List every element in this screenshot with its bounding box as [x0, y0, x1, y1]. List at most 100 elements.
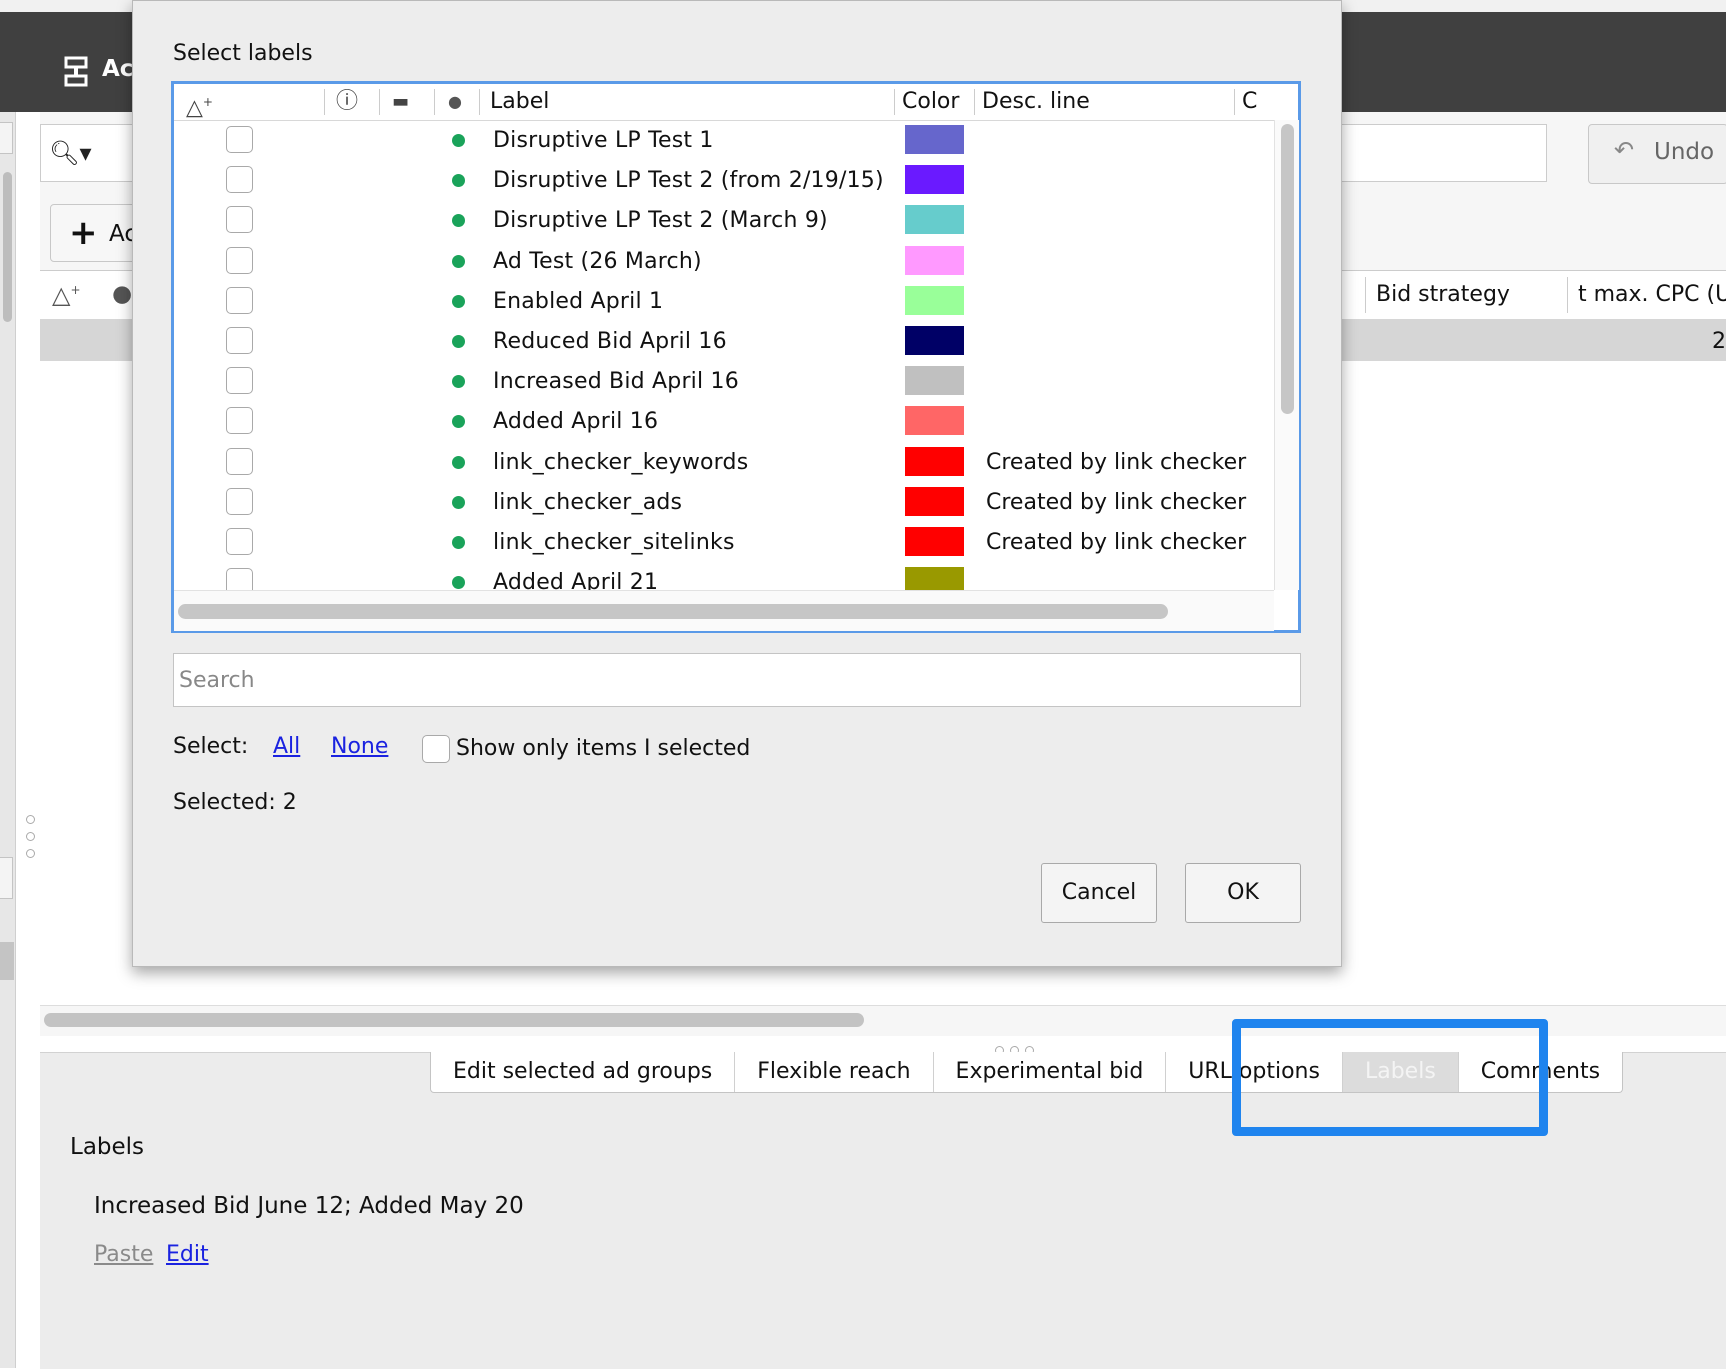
column-truncated[interactable]: C	[1242, 84, 1257, 120]
enabled-status-icon	[452, 335, 465, 348]
undo-label: Undo	[1654, 139, 1715, 165]
label-color-swatch	[905, 245, 964, 275]
label-checkbox[interactable]	[226, 367, 253, 395]
label-checkbox[interactable]	[226, 246, 253, 274]
column-color[interactable]: Color	[902, 84, 959, 120]
label-name: Reduced Bid April 16	[493, 329, 727, 354]
label-name: Disruptive LP Test 2 (from 2/19/15)	[493, 168, 884, 194]
plus-icon: +	[69, 213, 98, 253]
label-name: link_checker_ads	[493, 489, 683, 515]
label-row[interactable]: Reduced Bid April 16	[174, 321, 1274, 361]
label-name: Added April 16	[493, 409, 659, 435]
labels-horizontal-scrollbar[interactable]	[174, 590, 1274, 631]
label-row[interactable]: Enabled April 1	[174, 281, 1274, 321]
label-row[interactable]: Added April 21	[174, 562, 1274, 590]
current-labels-value: Increased Bid June 12; Added May 20	[94, 1193, 524, 1219]
change-status-icon[interactable]: △+	[52, 281, 81, 309]
app-title: Ac	[102, 56, 134, 82]
splitter-handle[interactable]	[26, 815, 35, 866]
label-color-swatch	[905, 326, 964, 355]
label-color-swatch	[905, 285, 964, 315]
select-none-link[interactable]: None	[331, 734, 388, 759]
tab-flexible-reach[interactable]: Flexible reach	[735, 1052, 934, 1092]
add-button[interactable]: + Ac	[50, 204, 142, 262]
label-row[interactable]: link_checker_sitelinks Created by link ch…	[174, 522, 1274, 562]
label-color-swatch	[905, 165, 964, 195]
label-row[interactable]: link_checker_keywords Created by link che…	[174, 442, 1274, 482]
label-description: Created by link checker	[986, 489, 1247, 515]
enabled-status-icon	[452, 214, 465, 228]
column-desc-line[interactable]: Desc. line	[982, 84, 1090, 120]
select-all-link[interactable]: All	[273, 734, 300, 759]
left-scroll-thumb[interactable]	[3, 172, 12, 322]
comment-icon[interactable]: ▬	[392, 84, 409, 120]
scroll-thumb[interactable]	[1281, 124, 1294, 414]
column-label[interactable]: Label	[490, 84, 549, 120]
label-checkbox[interactable]	[226, 166, 253, 194]
rail-tab[interactable]	[0, 857, 13, 899]
label-color-swatch	[905, 486, 964, 516]
change-status-icon[interactable]: △+	[186, 84, 213, 120]
enabled-status-icon	[452, 375, 465, 389]
label-checkbox[interactable]	[226, 528, 253, 555]
enabled-status-icon	[452, 254, 465, 268]
undo-button[interactable]: ↶ Undo	[1588, 124, 1726, 184]
enabled-status-icon	[452, 576, 465, 590]
scroll-thumb[interactable]	[178, 604, 1168, 619]
label-name: Increased Bid April 16	[493, 369, 739, 395]
tab-edit-selected-ad-groups[interactable]: Edit selected ad groups	[431, 1052, 736, 1092]
search-dropdown[interactable]: 🔍︎▾	[40, 124, 137, 182]
scroll-thumb[interactable]	[44, 1013, 864, 1027]
label-row[interactable]: Added April 16	[174, 401, 1274, 441]
label-checkbox[interactable]	[226, 447, 253, 475]
show-only-selected-checkbox[interactable]	[422, 735, 450, 763]
label-row[interactable]: Disruptive LP Test 1	[174, 120, 1274, 160]
status-dot-icon[interactable]: ●	[448, 84, 462, 120]
label-row[interactable]: link_checker_ads Created by link checker	[174, 482, 1274, 522]
rail-tab[interactable]	[0, 122, 13, 154]
label-checkbox[interactable]	[226, 286, 253, 314]
show-only-selected-label[interactable]: Show only items I selected	[456, 736, 750, 761]
label-checkbox[interactable]	[226, 487, 253, 515]
label-row[interactable]: Ad Test (26 March)	[174, 241, 1274, 281]
label-name: Disruptive LP Test 1	[493, 128, 714, 153]
undo-icon: ↶	[1614, 136, 1635, 164]
label-checkbox[interactable]	[226, 206, 253, 234]
search-input[interactable]	[173, 653, 1301, 707]
filter-input[interactable]	[1340, 124, 1547, 182]
rail-tab-selected[interactable]	[0, 942, 14, 980]
cancel-button[interactable]: Cancel	[1041, 863, 1157, 923]
labels-table-body: Disruptive LP Test 1 Disruptive LP Test 2…	[174, 120, 1274, 590]
tab-experimental-bid[interactable]: Experimental bid	[934, 1052, 1167, 1092]
label-description: Created by link checker	[986, 530, 1247, 555]
column-max-cpc[interactable]: t max. CPC (U	[1578, 282, 1726, 307]
ok-button[interactable]: OK	[1185, 863, 1301, 923]
label-checkbox[interactable]	[226, 126, 253, 153]
enabled-status-icon	[452, 455, 465, 469]
label-checkbox[interactable]	[226, 327, 253, 354]
label-row[interactable]: Disruptive LP Test 2 (March 9)	[174, 200, 1274, 240]
label-name: link_checker_sitelinks	[493, 530, 735, 555]
dialog-title: Select labels	[173, 41, 313, 66]
enabled-status-icon	[452, 495, 465, 509]
paste-link[interactable]: Paste	[94, 1242, 153, 1267]
account-tree-icon[interactable]	[64, 56, 88, 88]
edit-link[interactable]: Edit	[166, 1242, 209, 1267]
enabled-status-icon	[452, 134, 465, 147]
labels-heading: Labels	[70, 1134, 145, 1160]
error-icon[interactable]: ●	[112, 281, 132, 307]
label-checkbox[interactable]	[226, 568, 253, 590]
label-color-swatch	[905, 446, 964, 476]
label-row[interactable]: Disruptive LP Test 2 (from 2/19/15)	[174, 160, 1274, 200]
error-icon[interactable]: ⓘ	[336, 84, 358, 120]
label-color-swatch	[905, 406, 964, 436]
label-checkbox[interactable]	[226, 407, 253, 435]
label-row[interactable]: Increased Bid April 16	[174, 361, 1274, 401]
column-bid-strategy[interactable]: Bid strategy	[1376, 282, 1510, 307]
label-description: Created by link checker	[986, 449, 1247, 475]
labels-vertical-scrollbar[interactable]	[1274, 120, 1299, 590]
label-name: Disruptive LP Test 2 (March 9)	[493, 208, 828, 234]
left-rail	[0, 112, 16, 1368]
enabled-status-icon	[452, 174, 465, 188]
label-color-swatch	[905, 527, 964, 556]
